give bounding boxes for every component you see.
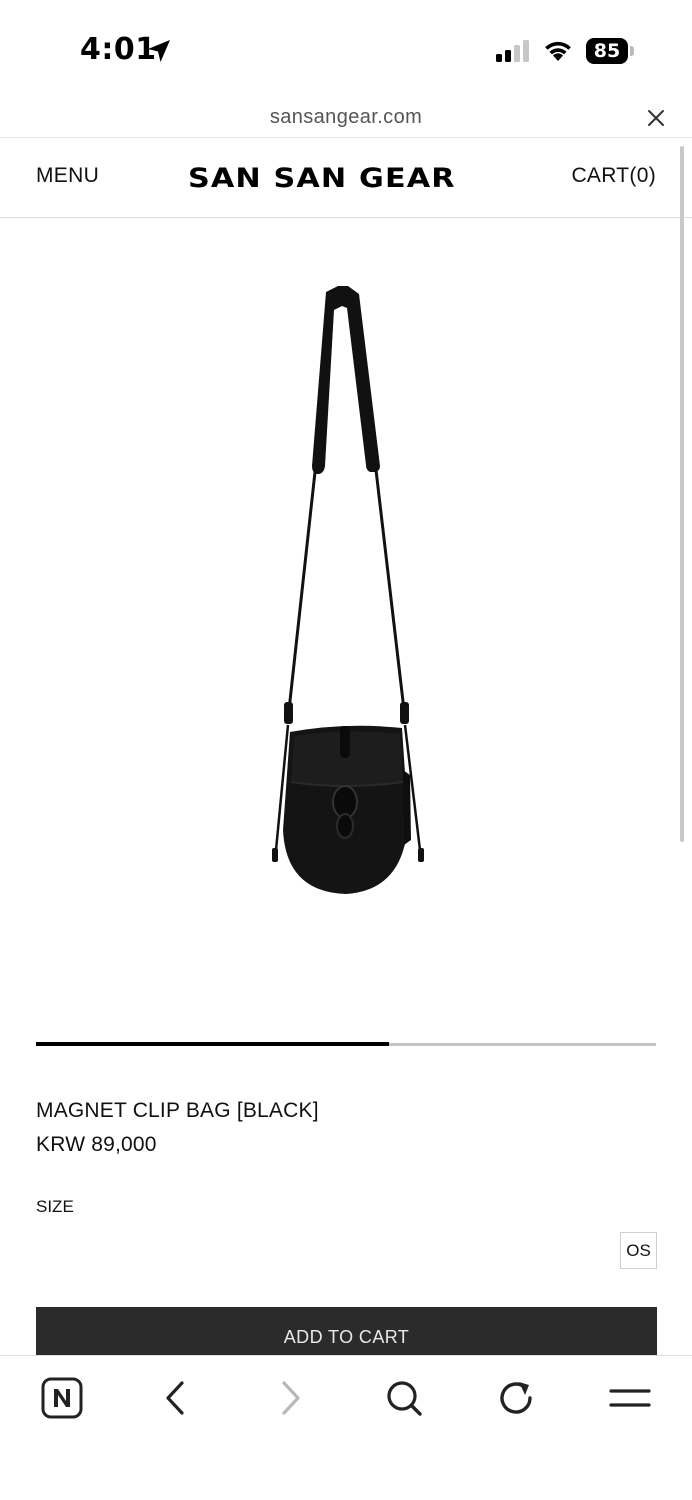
location-arrow-icon <box>148 40 170 62</box>
menu-button[interactable]: MENU <box>36 164 99 188</box>
search-icon[interactable] <box>382 1376 426 1420</box>
forward-arrow-icon[interactable] <box>268 1376 312 1420</box>
cellular-signal-icon <box>496 40 529 62</box>
cart-button[interactable]: CART(0) <box>571 164 656 188</box>
product-photo[interactable] <box>196 270 496 910</box>
url-bar[interactable]: sansangear.com <box>0 100 692 138</box>
naver-icon[interactable] <box>40 1376 84 1420</box>
reload-icon[interactable] <box>494 1376 538 1420</box>
battery-cap <box>630 46 634 56</box>
battery-icon: 85 <box>586 38 634 64</box>
site-logo[interactable]: SAN SAN GEAR <box>188 163 456 194</box>
product-price: KRW 89,000 <box>36 1133 157 1156</box>
add-to-cart-button[interactable]: ADD TO CART <box>36 1307 657 1355</box>
back-arrow-icon[interactable] <box>154 1376 198 1420</box>
gallery-progress-indicator <box>36 1042 390 1046</box>
product-name: MAGNET CLIP BAG [BLACK] <box>36 1099 319 1122</box>
wifi-icon <box>545 41 571 61</box>
menu-icon[interactable] <box>608 1376 652 1420</box>
battery-level: 85 <box>586 38 628 64</box>
url-text[interactable]: sansangear.com <box>0 106 692 129</box>
gallery-progress-track[interactable] <box>36 1042 656 1046</box>
page-scrollbar[interactable] <box>680 146 684 842</box>
status-bar: 4:01 85 <box>0 0 692 100</box>
close-icon[interactable] <box>646 108 666 128</box>
size-option-os[interactable]: OS <box>620 1232 657 1269</box>
site-header: MENU SAN SAN GEAR CART(0) <box>0 139 692 218</box>
browser-toolbar <box>0 1355 692 1500</box>
size-label: SIZE <box>36 1197 74 1216</box>
